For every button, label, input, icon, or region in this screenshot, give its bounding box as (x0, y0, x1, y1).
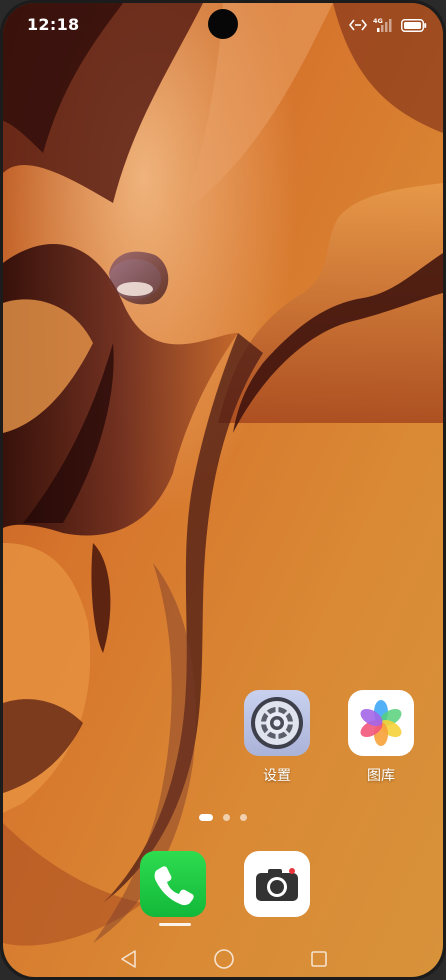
app-gallery[interactable]: 图库 (341, 690, 421, 785)
dock-app-camera[interactable] (237, 851, 317, 917)
battery-icon (401, 18, 427, 32)
page-dot-2[interactable] (223, 814, 230, 821)
gallery-flower-icon (348, 690, 414, 756)
page-dot-3[interactable] (240, 814, 247, 821)
back-triangle-icon[interactable] (115, 945, 143, 973)
home-screen: 12:18 4G 设置 图库 (3, 3, 443, 977)
home-circle-icon[interactable] (210, 945, 238, 973)
status-time: 12:18 (27, 15, 80, 34)
status-bar: 12:18 4G (3, 3, 443, 49)
dock-active-indicator (159, 923, 191, 926)
camera-icon (244, 851, 310, 917)
settings-gear-icon (244, 690, 310, 756)
phone-frame: 12:18 4G 设置 图库 (0, 0, 446, 980)
dock-app-phone[interactable] (133, 851, 213, 917)
app-settings[interactable]: 设置 (237, 690, 317, 785)
signal-icon: 4G (373, 17, 395, 33)
data-transfer-icon (349, 19, 367, 31)
navigation-bar (3, 939, 443, 977)
svg-text:4G: 4G (373, 17, 383, 25)
phone-icon (140, 851, 206, 917)
page-indicator (3, 814, 443, 821)
recents-square-icon[interactable] (305, 945, 333, 973)
front-camera-cutout (208, 9, 238, 39)
page-dot-1[interactable] (199, 814, 213, 821)
wallpaper (3, 3, 443, 977)
app-label-settings: 设置 (263, 768, 291, 784)
app-label-gallery: 图库 (367, 768, 395, 784)
status-icons: 4G (349, 16, 427, 34)
